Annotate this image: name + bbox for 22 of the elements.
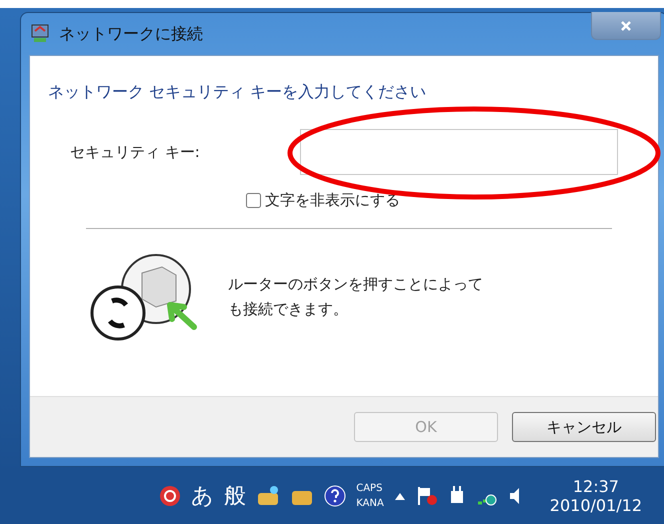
clock-date[interactable]: 2010/01/12 <box>550 496 642 514</box>
help-icon[interactable] <box>324 484 346 506</box>
kana-indicator[interactable]: KANA <box>356 496 384 510</box>
ime-dictionary-indicator[interactable]: 般 <box>224 480 246 510</box>
network-icon <box>29 23 51 45</box>
ime-mode-indicator[interactable]: あ <box>191 480 214 510</box>
close-button[interactable] <box>591 12 661 40</box>
clock-time[interactable]: 12:37 <box>572 476 619 496</box>
hide-characters-checkbox[interactable] <box>246 193 261 208</box>
cancel-button[interactable]: キャンセル <box>512 412 656 442</box>
close-icon <box>620 20 632 32</box>
checkbox-label: 文字を非表示にする <box>265 191 400 210</box>
instruction-heading: ネットワーク セキュリティ キーを入力してください <box>48 82 428 103</box>
router-hint-text: ルーターのボタンを押すことによって <box>228 275 483 294</box>
flag-icon[interactable] <box>416 484 438 506</box>
window-title: ネットワークに接続 <box>59 24 203 44</box>
app-circle-icon[interactable] <box>159 484 182 506</box>
security-key-field[interactable] <box>300 129 618 175</box>
up-arrow-icon[interactable] <box>394 490 406 500</box>
router-hint-text: も接続できます。 <box>228 300 349 319</box>
field-label: セキュリティ キー: <box>70 142 201 162</box>
caps-indicator[interactable]: CAPS <box>356 480 384 496</box>
